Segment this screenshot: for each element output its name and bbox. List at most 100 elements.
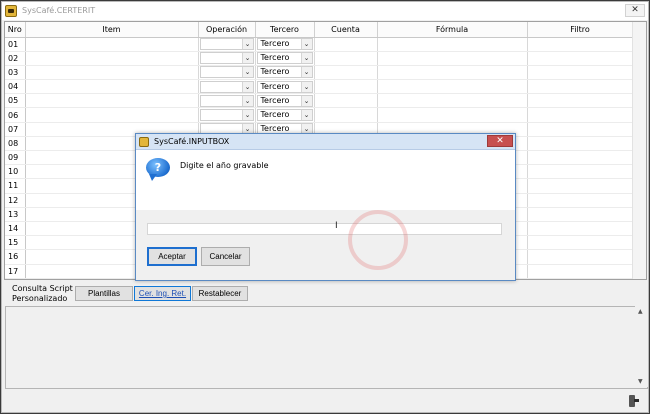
operacion-dropdown[interactable]: ⌄ bbox=[199, 38, 254, 51]
grid-header-row: Nro Item Operación Tercero Cuenta Fórmul… bbox=[5, 22, 634, 38]
cell-item[interactable] bbox=[25, 79, 199, 95]
cell-formula[interactable] bbox=[377, 65, 528, 81]
chevron-down-icon[interactable]: ⌄ bbox=[241, 81, 253, 92]
col-header-tercero[interactable]: Tercero bbox=[255, 22, 315, 38]
cell-operacion[interactable]: ⌄ bbox=[198, 93, 256, 109]
cell-cuenta[interactable] bbox=[314, 79, 378, 95]
cell-filtro[interactable] bbox=[527, 207, 634, 222]
cell-filtro[interactable] bbox=[527, 235, 634, 251]
chevron-down-icon[interactable]: ⌄ bbox=[241, 39, 253, 50]
plantillas-button[interactable]: Plantillas bbox=[75, 286, 133, 301]
table-row[interactable]: 03 ⌄ Tercero ⌄ bbox=[5, 65, 634, 81]
consulta-script-label: Consulta Script Personalizado bbox=[12, 284, 73, 303]
cer-ing-ret-button[interactable]: Cer. Ing. Ret. bbox=[134, 286, 191, 301]
cell-filtro[interactable] bbox=[527, 37, 634, 52]
cell-filtro[interactable] bbox=[527, 249, 634, 265]
year-input[interactable] bbox=[147, 223, 502, 235]
cell-operacion[interactable]: ⌄ bbox=[198, 37, 256, 52]
cell-filtro[interactable] bbox=[527, 221, 634, 237]
col-header-item[interactable]: Item bbox=[25, 22, 199, 38]
tercero-dropdown[interactable]: Tercero ⌄ bbox=[256, 38, 313, 51]
cell-operacion[interactable]: ⌄ bbox=[198, 107, 256, 123]
table-row[interactable]: 06 ⌄ Tercero ⌄ bbox=[5, 107, 634, 123]
cell-filtro[interactable] bbox=[527, 79, 634, 95]
cell-formula[interactable] bbox=[377, 51, 528, 66]
chevron-down-icon[interactable]: ⌄ bbox=[300, 39, 312, 50]
table-row[interactable]: 05 ⌄ Tercero ⌄ bbox=[5, 93, 634, 109]
chevron-down-icon[interactable]: ⌄ bbox=[241, 67, 253, 78]
operacion-dropdown[interactable]: ⌄ bbox=[199, 94, 254, 107]
tercero-dropdown[interactable]: Tercero ⌄ bbox=[256, 52, 313, 65]
dialog-close-button[interactable]: ✕ bbox=[487, 135, 513, 147]
inputbox-dialog: SysCafé.INPUTBOX ✕ ? Digite el año grava… bbox=[135, 133, 516, 281]
cell-filtro[interactable] bbox=[527, 93, 634, 109]
exit-door-icon[interactable] bbox=[628, 395, 639, 407]
cell-operacion[interactable]: ⌄ bbox=[198, 65, 256, 81]
tercero-dropdown[interactable]: Tercero ⌄ bbox=[256, 66, 313, 79]
col-header-filtro[interactable]: Filtro bbox=[527, 22, 634, 38]
chevron-down-icon[interactable]: ⌄ bbox=[241, 53, 253, 64]
operacion-dropdown[interactable]: ⌄ bbox=[199, 109, 254, 122]
cell-filtro[interactable] bbox=[527, 164, 634, 180]
cell-filtro[interactable] bbox=[527, 264, 634, 279]
cell-tercero[interactable]: Tercero ⌄ bbox=[255, 37, 315, 52]
accept-button[interactable]: Aceptar bbox=[147, 247, 197, 266]
col-header-operacion[interactable]: Operación bbox=[198, 22, 256, 38]
grid-scrollbar[interactable] bbox=[632, 22, 646, 279]
cell-filtro[interactable] bbox=[527, 51, 634, 66]
cell-tercero[interactable]: Tercero ⌄ bbox=[255, 65, 315, 81]
restablecer-button[interactable]: Restablecer bbox=[192, 286, 248, 301]
chevron-down-icon[interactable]: ⌄ bbox=[300, 110, 312, 121]
chevron-down-icon[interactable]: ⌄ bbox=[241, 95, 253, 106]
cell-filtro[interactable] bbox=[527, 178, 634, 194]
table-row[interactable]: 02 ⌄ Tercero ⌄ bbox=[5, 51, 634, 66]
chevron-down-icon[interactable]: ⌄ bbox=[300, 67, 312, 78]
cell-cuenta[interactable] bbox=[314, 51, 378, 66]
cell-item[interactable] bbox=[25, 37, 199, 52]
cell-cuenta[interactable] bbox=[314, 65, 378, 81]
table-row[interactable]: 01 ⌄ Tercero ⌄ bbox=[5, 37, 634, 52]
chevron-down-icon[interactable]: ⌄ bbox=[241, 110, 253, 121]
cell-filtro[interactable] bbox=[527, 193, 634, 208]
chevron-down-icon[interactable]: ⌄ bbox=[300, 53, 312, 64]
cell-filtro[interactable] bbox=[527, 122, 634, 137]
cell-item[interactable] bbox=[25, 93, 199, 109]
cell-item[interactable] bbox=[25, 51, 199, 66]
cell-cuenta[interactable] bbox=[314, 93, 378, 109]
chevron-down-icon[interactable]: ⌄ bbox=[300, 95, 312, 106]
operacion-dropdown[interactable]: ⌄ bbox=[199, 80, 254, 93]
chevron-down-icon[interactable]: ⌄ bbox=[300, 81, 312, 92]
cell-nro: 16 bbox=[5, 249, 26, 265]
col-header-formula[interactable]: Fórmula bbox=[377, 22, 528, 38]
cell-filtro[interactable] bbox=[527, 136, 634, 152]
cell-tercero[interactable]: Tercero ⌄ bbox=[255, 93, 315, 109]
cell-formula[interactable] bbox=[377, 93, 528, 109]
tercero-dropdown[interactable]: Tercero ⌄ bbox=[256, 80, 313, 93]
cell-cuenta[interactable] bbox=[314, 107, 378, 123]
cell-tercero[interactable]: Tercero ⌄ bbox=[255, 79, 315, 95]
cell-operacion[interactable]: ⌄ bbox=[198, 79, 256, 95]
window-close-button[interactable]: ✕ bbox=[625, 4, 645, 17]
cell-formula[interactable] bbox=[377, 107, 528, 123]
cell-formula[interactable] bbox=[377, 79, 528, 95]
tercero-dropdown[interactable]: Tercero ⌄ bbox=[256, 94, 313, 107]
col-header-nro[interactable]: Nro bbox=[5, 22, 26, 38]
col-header-cuenta[interactable]: Cuenta bbox=[314, 22, 378, 38]
cell-filtro[interactable] bbox=[527, 150, 634, 166]
table-row[interactable]: 04 ⌄ Tercero ⌄ bbox=[5, 79, 634, 95]
script-textarea[interactable] bbox=[5, 306, 648, 389]
cell-filtro[interactable] bbox=[527, 107, 634, 123]
cancel-button[interactable]: Cancelar bbox=[201, 247, 250, 266]
tercero-dropdown[interactable]: Tercero ⌄ bbox=[256, 109, 313, 122]
operacion-dropdown[interactable]: ⌄ bbox=[199, 52, 254, 65]
cell-item[interactable] bbox=[25, 65, 199, 81]
cell-operacion[interactable]: ⌄ bbox=[198, 51, 256, 66]
operacion-dropdown[interactable]: ⌄ bbox=[199, 66, 254, 79]
cell-tercero[interactable]: Tercero ⌄ bbox=[255, 107, 315, 123]
cell-cuenta[interactable] bbox=[314, 37, 378, 52]
cell-item[interactable] bbox=[25, 107, 199, 123]
cell-filtro[interactable] bbox=[527, 65, 634, 81]
cell-tercero[interactable]: Tercero ⌄ bbox=[255, 51, 315, 66]
tercero-dropdown-value: Tercero bbox=[260, 53, 290, 63]
cell-formula[interactable] bbox=[377, 37, 528, 52]
